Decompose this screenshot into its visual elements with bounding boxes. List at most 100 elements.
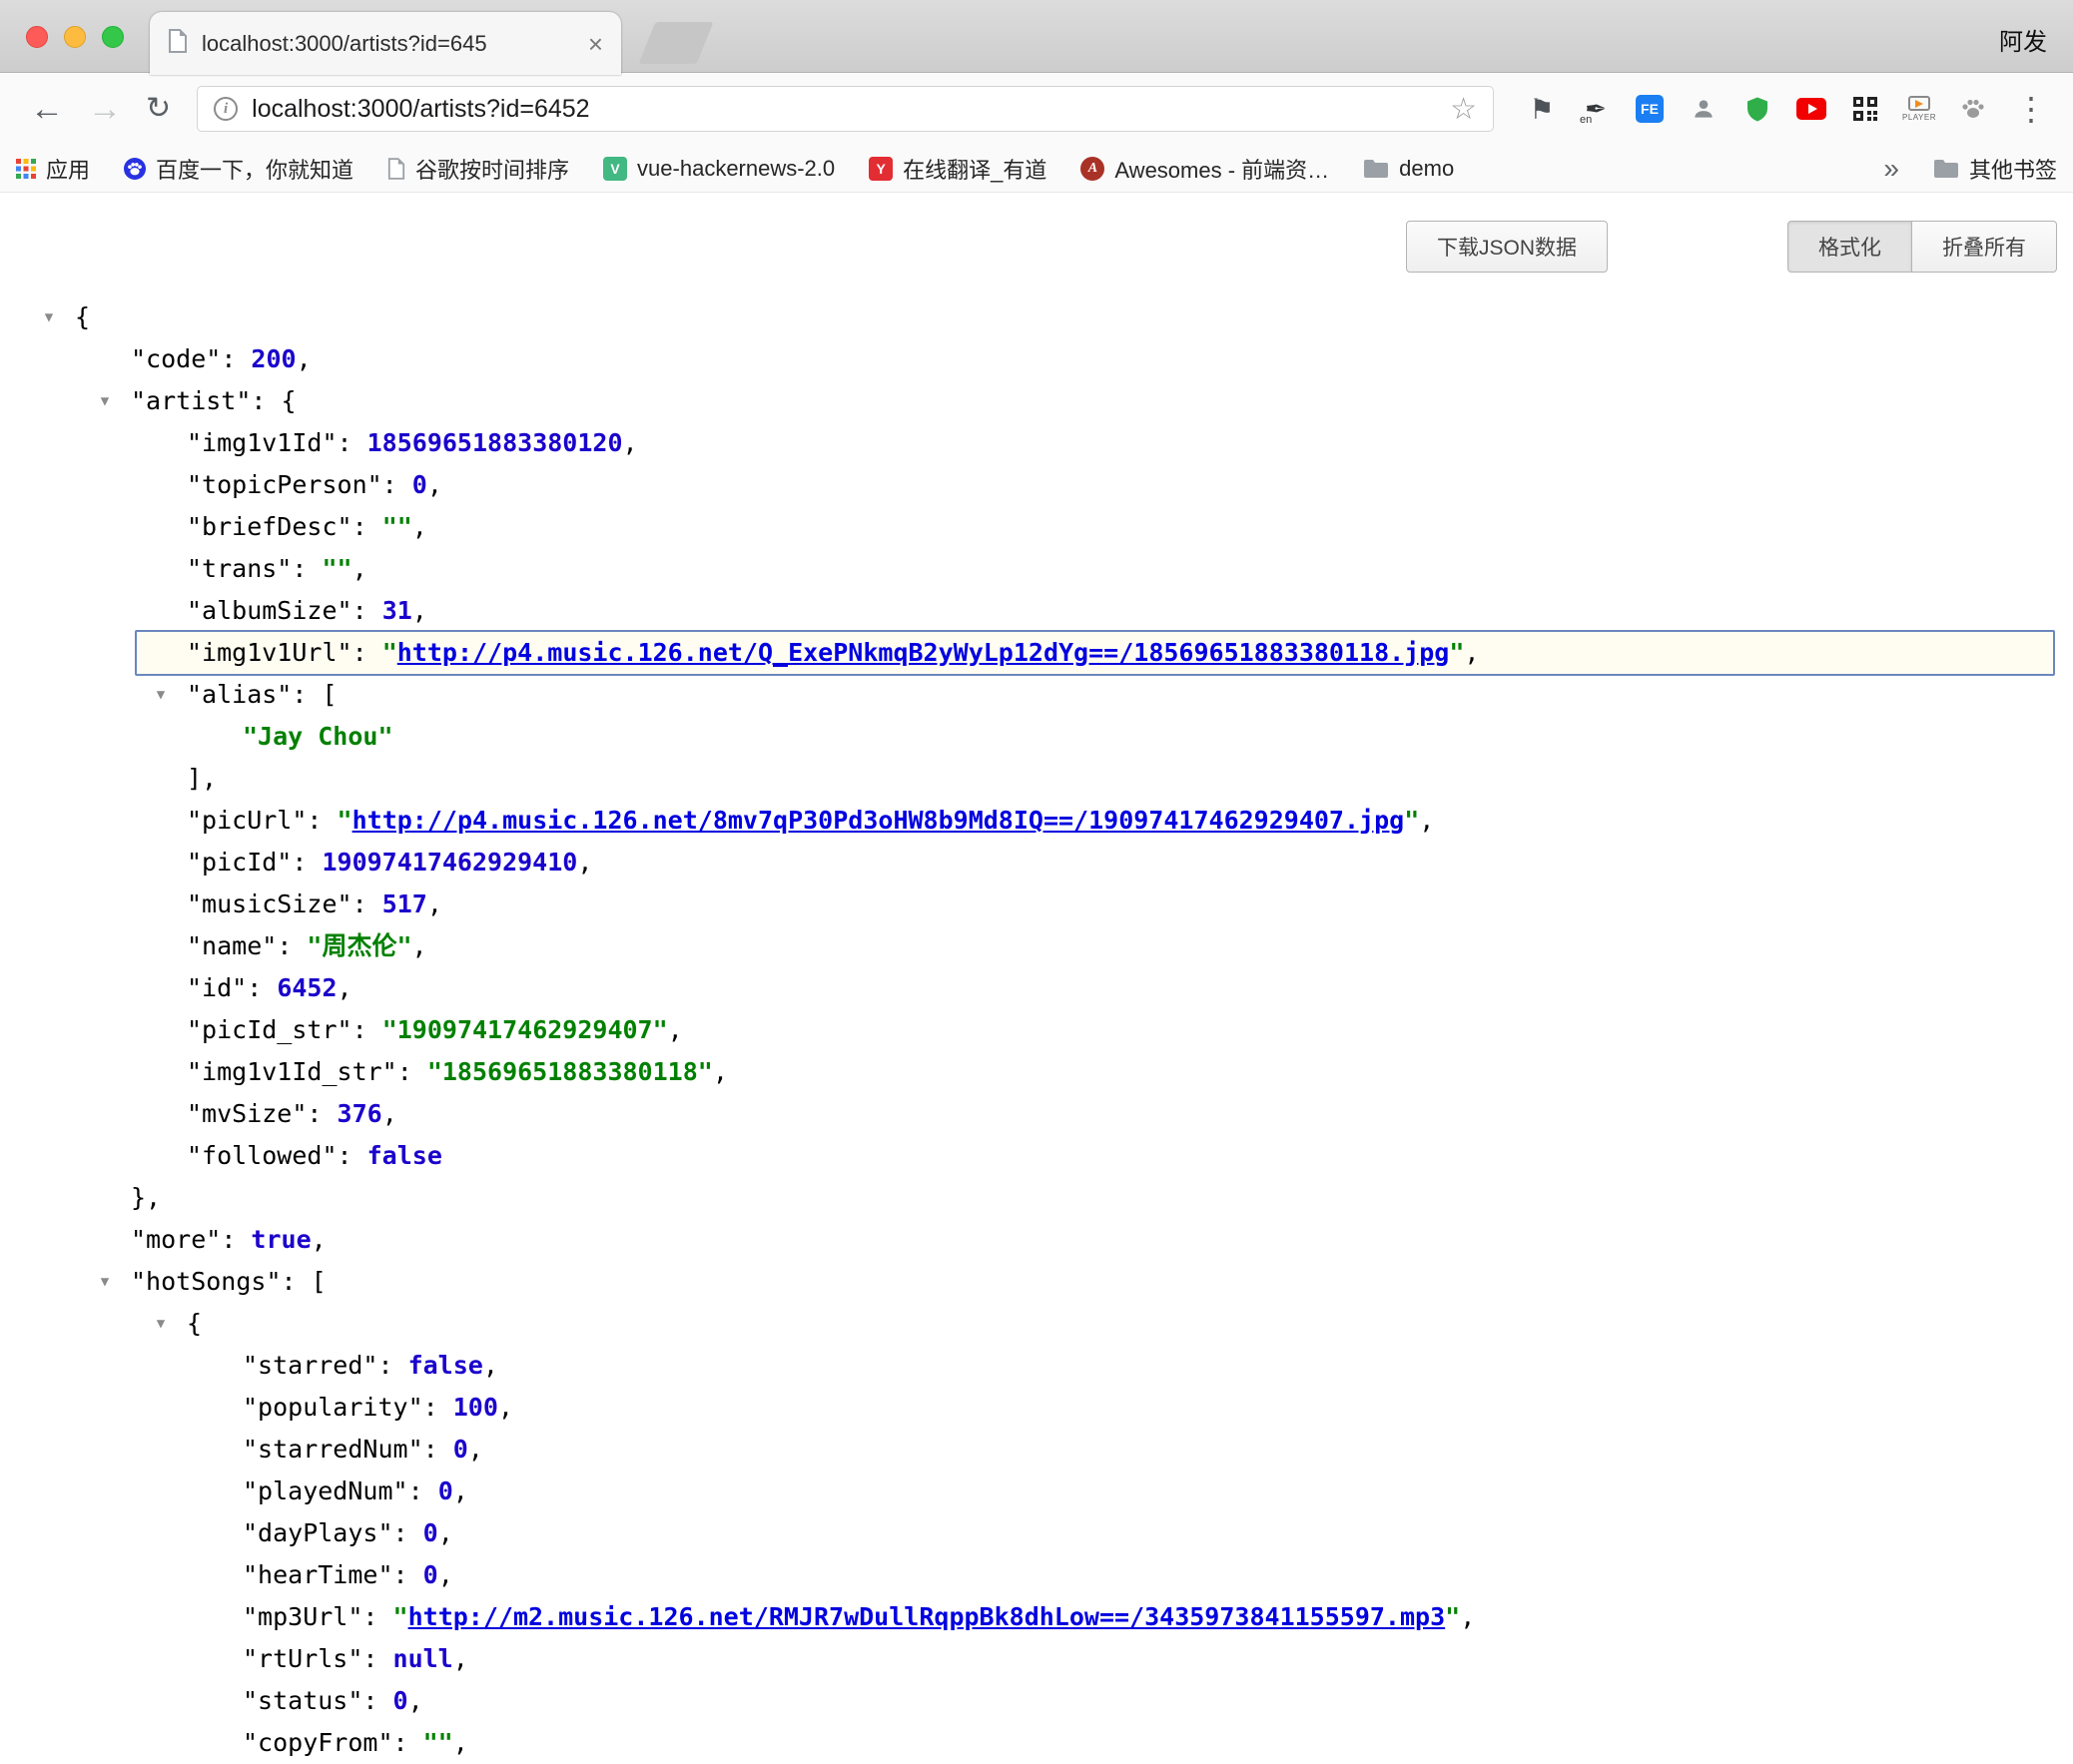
json-token-punc: :	[352, 889, 382, 918]
json-token-punc: :	[221, 344, 251, 373]
json-token-num: 19097417462929410	[322, 848, 577, 877]
collapse-triangle-icon[interactable]: ▼	[149, 1303, 173, 1345]
format-button[interactable]: 格式化	[1787, 221, 1912, 273]
json-token-key: "mp3Url"	[243, 1602, 362, 1631]
json-token-punc: {	[187, 1309, 202, 1338]
player-extension-icon[interactable]: PLAYER	[1903, 92, 1935, 126]
paw-icon	[1960, 96, 1986, 122]
json-token-num: 6452	[277, 973, 337, 1002]
bookmark-item-baidu[interactable]: 百度一下，你就知道	[124, 153, 353, 185]
close-window-button[interactable]	[26, 26, 48, 48]
translate-pen-extension-icon[interactable]: ✒ en	[1580, 92, 1612, 126]
reload-button[interactable]: ↻	[134, 94, 183, 124]
json-token-punc: :	[382, 470, 412, 499]
collapse-triangle-icon[interactable]: ▼	[37, 296, 61, 338]
json-line: "briefDesc": "",	[0, 506, 2073, 548]
browser-menu-icon[interactable]: ⋮	[2007, 90, 2055, 128]
json-token-str: "	[1449, 638, 1464, 667]
json-token-punc: ,	[382, 1099, 397, 1128]
qrcode-extension-icon[interactable]	[1849, 92, 1881, 126]
json-token-key: "dayPlays"	[243, 1518, 393, 1547]
json-token-num: 0	[453, 1435, 468, 1464]
json-token-punc: :	[247, 973, 277, 1002]
tab-close-icon[interactable]: ×	[588, 31, 603, 57]
download-json-button[interactable]: 下载JSON数据	[1406, 221, 1608, 273]
omnibox[interactable]: i localhost:3000/artists?id=6452 ☆	[197, 86, 1494, 132]
green-shield-icon	[1745, 96, 1769, 123]
json-token-punc: ,	[408, 1686, 423, 1715]
json-token-punc: :	[307, 806, 337, 835]
back-button[interactable]: ←	[18, 92, 76, 126]
shield-extension-icon[interactable]	[1741, 92, 1773, 126]
json-line: "albumSize": 31,	[0, 590, 2073, 632]
folder-icon	[1933, 159, 1959, 179]
json-token-punc: :	[338, 1141, 367, 1170]
page-icon	[387, 158, 405, 180]
json-token-key: "hotSongs"	[131, 1267, 282, 1296]
json-token-key: "rtUrls"	[243, 1644, 362, 1673]
json-token-punc: :	[352, 1015, 382, 1044]
forward-button[interactable]: →	[76, 92, 134, 126]
json-token-punc: :	[362, 1644, 392, 1673]
bookmark-apps[interactable]: 应用	[16, 153, 90, 185]
json-viewer: ▼{"code": 200,▼"artist": {"img1v1Id": 18…	[0, 296, 2073, 1764]
bookmark-item-vue-hackernews[interactable]: V vue-hackernews-2.0	[603, 156, 835, 182]
json-line: "starredNum": 0,	[0, 1429, 2073, 1470]
json-token-punc: :	[393, 1560, 423, 1589]
bookmark-label: 谷歌按时间排序	[415, 153, 569, 185]
json-token-punc: :	[377, 1351, 407, 1380]
new-tab-button[interactable]	[639, 22, 714, 64]
json-link[interactable]: http://p4.music.126.net/8mv7qP30Pd3oHW8b…	[352, 806, 1405, 835]
bookmark-item-youdao-translate[interactable]: Y 在线翻译_有道	[869, 153, 1046, 185]
youdao-badge-icon: Y	[869, 157, 893, 181]
json-token-num: false	[408, 1351, 483, 1380]
json-line: "more": true,	[0, 1219, 2073, 1261]
json-token-punc: },	[131, 1183, 161, 1212]
youtube-extension-icon[interactable]	[1795, 92, 1827, 126]
json-line: "dayPlays": 0,	[0, 1512, 2073, 1554]
json-line: "id": 6452,	[0, 967, 2073, 1009]
json-token-punc: ,	[438, 1560, 453, 1589]
json-line: "status": 0,	[0, 1680, 2073, 1722]
bookmark-item-awesomes[interactable]: A Awesomes - 前端资…	[1080, 153, 1329, 185]
other-bookmarks-folder[interactable]: 其他书签	[1933, 153, 2057, 185]
page-info-icon[interactable]: i	[214, 97, 238, 121]
json-token-punc: ,	[412, 596, 427, 625]
flag-extension-icon[interactable]: ⚑	[1526, 92, 1558, 126]
collapse-triangle-icon[interactable]: ▼	[149, 674, 173, 716]
json-line: "Jay Chou"	[0, 716, 2073, 758]
json-link[interactable]: http://m2.music.126.net/RMJR7wDullRqppBk…	[408, 1602, 1446, 1631]
collapse-all-button[interactable]: 折叠所有	[1912, 221, 2057, 273]
json-line: "picUrl": "http://p4.music.126.net/8mv7q…	[0, 800, 2073, 842]
json-token-punc: ,	[427, 889, 442, 918]
minimize-window-button[interactable]	[64, 26, 86, 48]
json-token-punc: ,	[468, 1435, 483, 1464]
paw-extension-icon[interactable]	[1957, 92, 1989, 126]
fehelper-extension-icon[interactable]: FE	[1634, 92, 1666, 126]
json-token-num: 31	[382, 596, 412, 625]
extensions-area: ⚑ ✒ en FE PLAYER	[1526, 92, 1989, 126]
json-token-key: "img1v1Id_str"	[187, 1057, 397, 1086]
collapse-triangle-icon[interactable]: ▼	[93, 1261, 117, 1303]
json-token-punc: :	[362, 1686, 392, 1715]
url-text[interactable]: localhost:3000/artists?id=6452	[252, 95, 589, 124]
user-silhouette-extension-icon[interactable]	[1688, 92, 1720, 126]
view-mode-segmented-control: 格式化 折叠所有	[1787, 221, 2057, 273]
fullscreen-window-button[interactable]	[102, 26, 124, 48]
browser-tab[interactable]: localhost:3000/artists?id=645 ×	[150, 12, 621, 75]
json-line: "musicSize": 517,	[0, 883, 2073, 925]
json-token-key: "artist"	[131, 386, 251, 415]
json-link[interactable]: http://p4.music.126.net/Q_ExePNkmqB2yWyL…	[397, 638, 1450, 667]
json-token-key: "briefDesc"	[187, 512, 352, 541]
bookmarks-overflow-chevron[interactable]: »	[1883, 153, 1899, 185]
json-token-num: 0	[423, 1560, 438, 1589]
json-line: "trans": "",	[0, 548, 2073, 590]
collapse-triangle-icon[interactable]: ▼	[93, 380, 117, 422]
bookmark-star-icon[interactable]: ☆	[1450, 92, 1477, 127]
json-token-key: "albumSize"	[187, 596, 352, 625]
json-token-key: "popularity"	[243, 1393, 423, 1422]
bookmark-item-google-sort[interactable]: 谷歌按时间排序	[387, 153, 569, 185]
json-token-str: "Jay Chou"	[243, 722, 393, 751]
json-token-key: "trans"	[187, 554, 292, 583]
bookmark-item-demo[interactable]: demo	[1363, 156, 1454, 182]
